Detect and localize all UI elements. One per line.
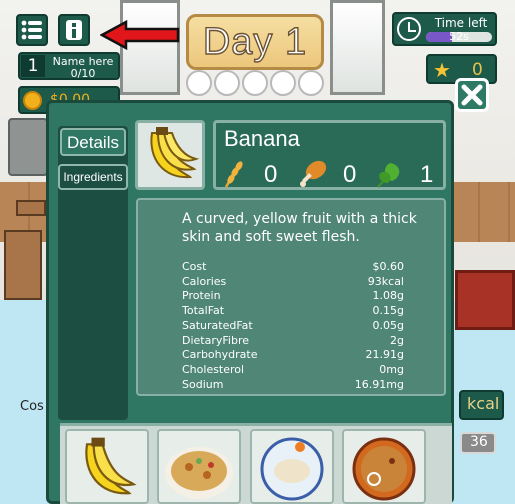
day-indicator: Day 1 bbox=[186, 14, 324, 70]
clock-icon bbox=[397, 17, 421, 41]
vegetable-icon bbox=[377, 163, 400, 188]
item-description: A curved, yellow fruit with a thick skin… bbox=[182, 211, 417, 245]
background-trash-bin bbox=[8, 118, 48, 176]
item-thumbnail bbox=[135, 120, 205, 190]
star-icon: ★ bbox=[433, 58, 451, 82]
banana-icon bbox=[150, 127, 200, 179]
background-cabinet bbox=[455, 270, 515, 330]
food-card-chicken-rice[interactable] bbox=[250, 429, 334, 504]
grain-icon bbox=[224, 161, 243, 188]
nutrition-row: Cholesterol 0mg bbox=[182, 363, 404, 378]
food-card-fried-rice[interactable] bbox=[157, 429, 241, 504]
nutrition-value: 1.08g bbox=[372, 289, 404, 303]
nutrition-row: TotalFat 0.15g bbox=[182, 304, 404, 319]
nutrition-value: 0.05g bbox=[372, 318, 404, 332]
background-table bbox=[16, 200, 46, 216]
vegetable-count: 1 bbox=[420, 161, 434, 188]
calorie-panel: kcal bbox=[459, 390, 504, 420]
nutrition-row: SaturatedFat 0.05g bbox=[182, 319, 404, 334]
customer-avatar bbox=[214, 70, 240, 96]
nutrition-value: 21.91g bbox=[365, 348, 404, 362]
nutrition-row: Calories 93kcal bbox=[182, 275, 404, 290]
food-card-banana[interactable] bbox=[65, 429, 149, 504]
name-count: 0/10 bbox=[70, 67, 96, 80]
nutrition-value: 93kcal bbox=[367, 274, 404, 288]
grain-count: 0 bbox=[264, 161, 278, 188]
customer-avatar bbox=[242, 70, 268, 96]
nutrition-value: 0mg bbox=[379, 362, 404, 376]
description-panel: A curved, yellow fruit with a thick skin… bbox=[136, 198, 446, 396]
nutrition-value: 0.15g bbox=[372, 304, 404, 318]
list-icon bbox=[21, 20, 42, 40]
nutrition-value: 16.91mg bbox=[354, 377, 404, 391]
level-number: 1 bbox=[21, 55, 45, 77]
coin-icon bbox=[23, 91, 42, 110]
number-badge: 36 bbox=[460, 432, 496, 454]
background-chair bbox=[4, 230, 42, 300]
nutrition-row: Cost $0.60 bbox=[182, 260, 404, 275]
customer-avatar bbox=[270, 70, 296, 96]
background-left-label: Cos bbox=[20, 399, 44, 414]
customer-avatar bbox=[298, 70, 324, 96]
close-button[interactable] bbox=[455, 78, 489, 112]
info-icon bbox=[66, 20, 82, 40]
item-name: Banana bbox=[224, 126, 300, 151]
nutrition-table: Cost $0.60 Calories 93kcal Protein 1.08g Total… bbox=[182, 260, 404, 392]
nutrition-label: Cholesterol bbox=[182, 362, 245, 376]
nutrition-row: DietaryFibre 2g bbox=[182, 334, 404, 349]
nutrition-label: SaturatedFat bbox=[182, 318, 253, 332]
nutrition-row: Carbohydrate 21.91g bbox=[182, 348, 404, 363]
protein-count: 0 bbox=[343, 161, 357, 188]
nutrition-label: Cost bbox=[182, 260, 207, 273]
nutrition-label: Carbohydrate bbox=[182, 348, 258, 362]
chicken-rice-icon bbox=[260, 437, 324, 501]
nutrition-label: Calories bbox=[182, 274, 227, 288]
nutrition-row: Sodium 16.91mg bbox=[182, 378, 404, 393]
item-name-panel: Banana 0 0 1 bbox=[213, 120, 446, 190]
nutrition-row: Protein 1.08g bbox=[182, 289, 404, 304]
info-button[interactable] bbox=[58, 14, 90, 46]
time-left-panel: Time left 52s bbox=[392, 12, 497, 46]
nutrition-label: Protein bbox=[182, 289, 221, 303]
time-left-label: Time left bbox=[434, 16, 488, 30]
nutrition-label: Sodium bbox=[182, 377, 224, 391]
customer-slots bbox=[186, 70, 326, 96]
red-arrow-icon bbox=[100, 20, 180, 50]
nutrition-value: 2g bbox=[390, 333, 404, 347]
tab-ingredients[interactable]: Ingredients bbox=[58, 164, 128, 190]
fried-rice-icon bbox=[165, 447, 233, 499]
close-icon bbox=[461, 84, 483, 106]
menu-button[interactable] bbox=[16, 14, 48, 46]
star-count: 0 bbox=[472, 60, 483, 80]
customer-avatar bbox=[186, 70, 212, 96]
banana-icon bbox=[85, 437, 137, 495]
nutrition-value: $0.60 bbox=[372, 260, 405, 273]
name-counter: 1 Name here 0/10 bbox=[18, 52, 120, 80]
food-card-biryani[interactable] bbox=[342, 429, 426, 504]
biryani-icon bbox=[352, 437, 416, 501]
protein-icon bbox=[300, 160, 327, 187]
nutrition-label: TotalFat bbox=[182, 304, 225, 318]
time-left-value: 52s bbox=[449, 30, 469, 43]
background-window bbox=[330, 0, 385, 95]
nutrition-label: DietaryFibre bbox=[182, 333, 249, 347]
tab-details[interactable]: Details bbox=[60, 128, 126, 156]
